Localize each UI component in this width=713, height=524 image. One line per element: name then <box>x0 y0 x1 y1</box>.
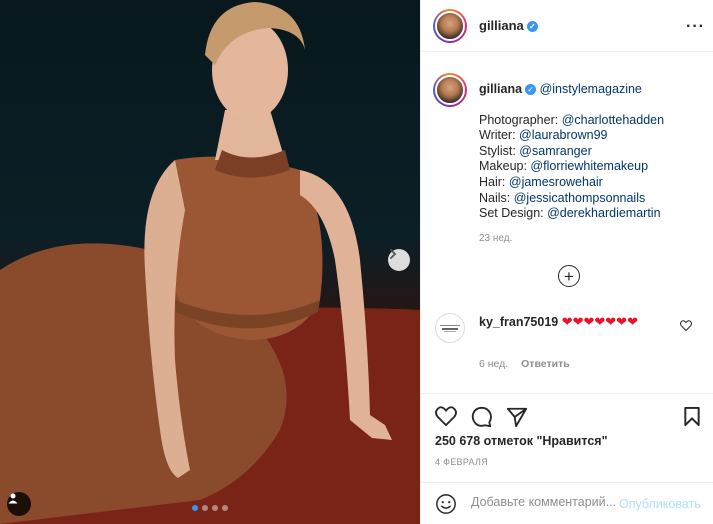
next-slide-button[interactable] <box>388 249 410 271</box>
add-comment-bar: Опубликовать <box>421 482 713 524</box>
caption-credit-line: Makeup: @florriewhitemakeup <box>479 159 649 174</box>
mention-link[interactable]: @jessicathompsonnails <box>514 191 646 205</box>
comment-avatar[interactable] <box>435 313 465 343</box>
emoji-button[interactable] <box>435 493 457 518</box>
verified-badge-icon: ✓ <box>526 21 538 32</box>
comment-username[interactable]: ky_fran75019 <box>479 315 558 329</box>
share-button[interactable] <box>506 406 528 431</box>
mention-link[interactable]: @charlottehadden <box>562 113 664 127</box>
caption-credit-line: Set Design: @derekhardiemartin <box>479 206 661 221</box>
chevron-right-icon <box>390 249 397 259</box>
mention-link[interactable]: @jamesrowehair <box>509 175 603 189</box>
save-button[interactable] <box>683 406 701 430</box>
carousel-dot <box>202 505 208 511</box>
comment-body: ❤❤❤❤❤❤❤ <box>561 314 638 329</box>
post-photo[interactable] <box>0 0 420 524</box>
likes-count[interactable]: 250 678 отметок "Нравится" <box>435 434 608 448</box>
author-username[interactable]: gilliana ✓ <box>479 18 538 33</box>
post-actions: 250 678 отметок "Нравится" 4 ФЕВРАЛЯ Опу… <box>421 393 713 524</box>
author-avatar[interactable] <box>433 9 467 43</box>
caption-time: 23 нед. <box>479 233 513 244</box>
author-username-text[interactable]: gilliana <box>479 18 524 33</box>
post-header: gilliana ✓ ··· <box>421 0 713 52</box>
paper-plane-icon <box>506 407 528 428</box>
smiley-icon <box>436 494 456 514</box>
carousel-indicator <box>192 505 228 511</box>
caption-credit-line: Hair: @jamesrowehair <box>479 174 603 189</box>
carousel-dot-active <box>192 505 198 511</box>
tagged-users-button[interactable] <box>7 492 31 516</box>
verified-badge-icon: ✓ <box>525 84 537 95</box>
caption-credit-line: Stylist: @samranger <box>479 143 592 158</box>
comment-item: ky_fran75019 ❤❤❤❤❤❤❤ <box>479 314 679 330</box>
post-caption: gilliana ✓ @instylemagazine Photographer:… <box>479 80 709 222</box>
heart-outline-icon <box>680 320 692 332</box>
like-button[interactable] <box>435 406 457 429</box>
post-photo-illustration <box>0 2 420 524</box>
reply-button[interactable]: Ответить <box>521 358 570 370</box>
comment-bubble-icon <box>471 406 492 428</box>
caption-credit-line: Nails: @jessicathompsonnails <box>479 190 646 205</box>
mention-link[interactable]: @laurabrown99 <box>519 128 607 142</box>
caption-credit-line: Writer: @laurabrown99 <box>479 128 608 143</box>
mention-link[interactable]: @derekhardiemartin <box>547 206 660 220</box>
mention-link[interactable]: @florriewhitemakeup <box>530 159 648 173</box>
user-icon <box>8 493 18 504</box>
heart-outline-icon <box>435 406 457 427</box>
caption-tag-mention[interactable]: @instylemagazine <box>540 82 642 96</box>
post-date: 4 ФЕВРАЛЯ <box>435 457 489 467</box>
caption-username[interactable]: gilliana <box>479 82 522 96</box>
carousel-dot <box>212 505 218 511</box>
comment-input[interactable] <box>471 495 621 509</box>
instagram-post-view: gilliana ✓ ··· gilliana ✓ @instylemagazine… <box>0 0 713 524</box>
carousel-dot <box>222 505 228 511</box>
plus-icon: + <box>564 266 574 286</box>
load-more-comments-button[interactable]: + <box>558 265 580 287</box>
bookmark-icon <box>684 406 700 427</box>
mention-link[interactable]: @samranger <box>519 144 591 158</box>
publish-button[interactable]: Опубликовать <box>619 497 701 511</box>
post-side-panel: gilliana ✓ ··· gilliana ✓ @instylemagazine… <box>420 0 713 524</box>
comment-meta: 6 нед. Ответить <box>479 358 580 370</box>
comment-time: 6 нед. <box>479 358 509 370</box>
caption-author-avatar[interactable] <box>433 73 467 107</box>
ellipsis-icon[interactable]: ··· <box>686 18 705 36</box>
caption-credit-line: Photographer: @charlottehadden <box>479 112 665 127</box>
comment-button[interactable] <box>471 406 493 431</box>
comment-like-button[interactable] <box>680 320 692 334</box>
logo-icon <box>440 325 460 332</box>
